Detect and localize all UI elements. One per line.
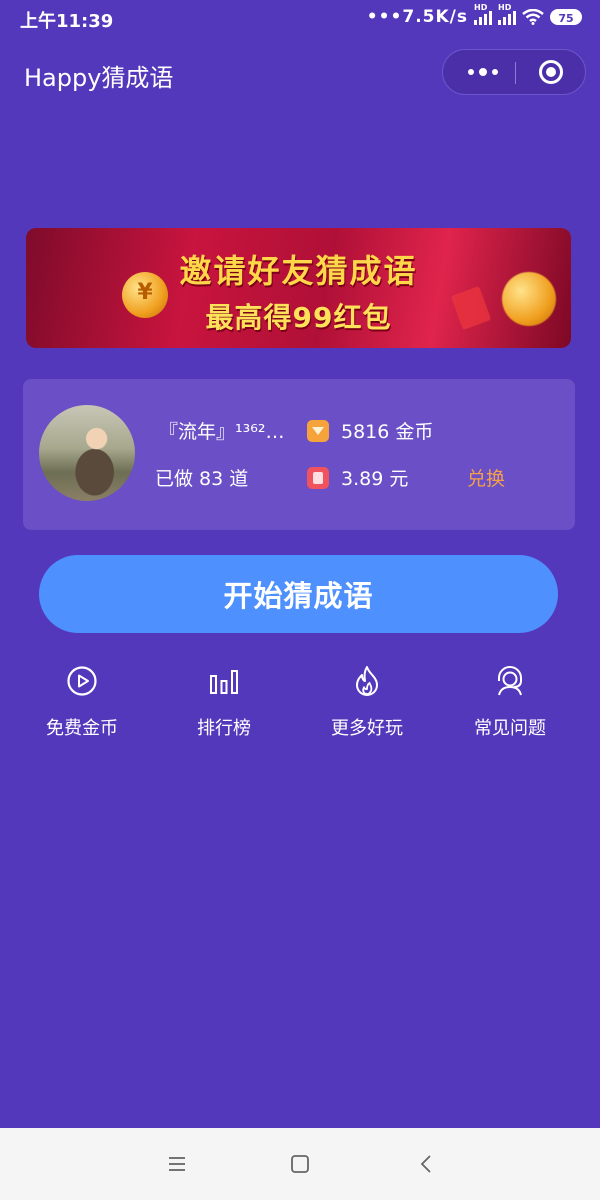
app-title: Happy猜成语	[24, 64, 174, 92]
shortcut-leaderboard[interactable]: 排行榜	[154, 664, 294, 740]
network-speed: •••7.5K/s	[366, 7, 468, 27]
shortcut-label: 免费金币	[46, 718, 118, 739]
wifi-icon	[522, 9, 544, 25]
exchange-link[interactable]: 兑换	[467, 464, 505, 491]
coin-balance: 5816 金币	[341, 421, 434, 443]
flame-icon	[356, 666, 378, 696]
banner-subline: 最高得99红包	[205, 301, 392, 334]
capsule-divider	[515, 62, 516, 84]
shortcut-more-fun[interactable]: 更多好玩	[297, 664, 437, 740]
signal-icon: HD	[474, 3, 492, 25]
battery-indicator: 75	[550, 9, 582, 25]
user-card: 『流年』¹³⁶²… 已做 83 道 5816 金币 3.89 元 兑换	[23, 379, 575, 530]
menu-icon[interactable]	[163, 1150, 191, 1178]
play-circle-icon	[67, 666, 97, 696]
cash-balance: 3.89 元	[341, 468, 409, 490]
shortcut-label: 排行榜	[197, 718, 251, 739]
avatar[interactable]	[39, 405, 135, 501]
back-chevron-icon[interactable]	[413, 1150, 441, 1178]
status-time: 上午11:39	[20, 11, 114, 32]
banner-headline: 邀请好友猜成语	[179, 252, 418, 290]
signal-icon-2: HD	[498, 3, 516, 25]
invite-banner[interactable]: ¥ 邀请好友猜成语 最高得99红包	[26, 228, 571, 348]
questions-done: 已做 83 道	[155, 468, 249, 490]
start-game-button[interactable]: 开始猜成语	[39, 555, 558, 633]
headset-icon	[498, 666, 522, 696]
shortcut-faq[interactable]: 常见问题	[440, 664, 580, 740]
username: 『流年』¹³⁶²…	[159, 421, 285, 443]
status-bar: 上午11:39 •••7.5K/s HD HD 75	[0, 0, 600, 36]
target-close-icon[interactable]	[539, 60, 563, 84]
shortcut-row: 免费金币 排行榜 更多好玩 常见问题	[0, 664, 600, 754]
red-packet-icon	[307, 467, 329, 489]
shortcut-label: 更多好玩	[331, 718, 403, 739]
bar-chart-icon	[210, 670, 238, 694]
more-dots-icon[interactable]	[463, 50, 503, 94]
status-indicators: •••7.5K/s HD HD 75	[366, 3, 582, 27]
home-square-icon[interactable]	[286, 1150, 314, 1178]
shortcut-free-coins[interactable]: 免费金币	[12, 664, 152, 740]
mini-program-capsule	[442, 49, 586, 95]
gold-coin-icon	[307, 420, 329, 442]
system-nav-bar	[0, 1128, 600, 1200]
shortcut-label: 常见问题	[474, 718, 546, 739]
